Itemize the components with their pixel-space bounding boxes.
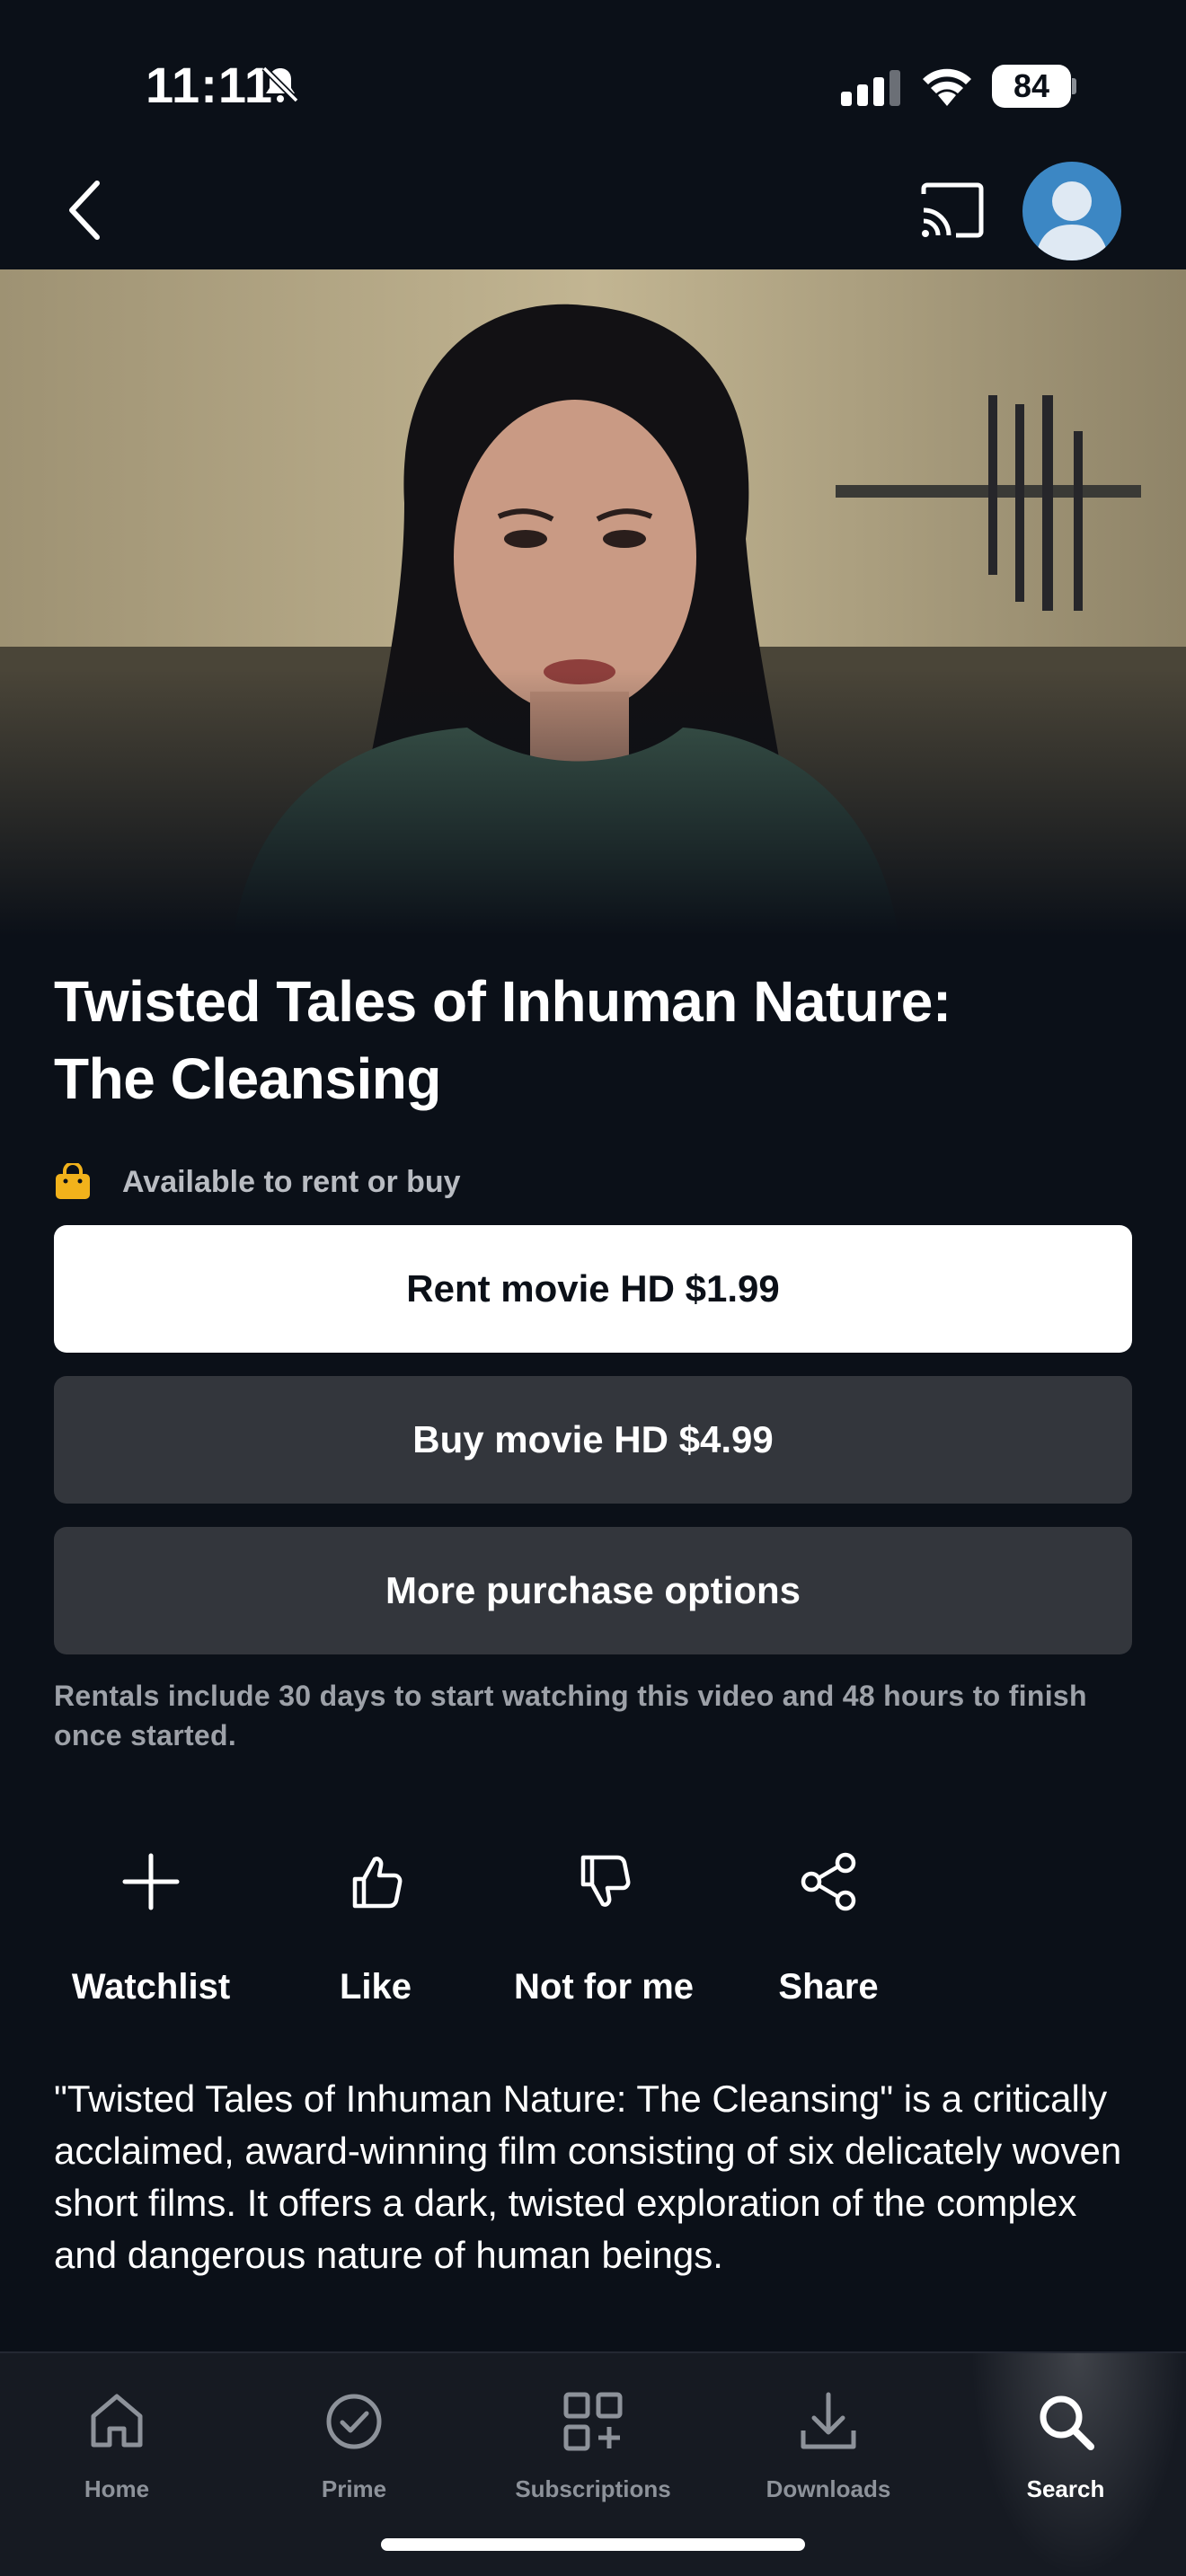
watchlist-button[interactable]: Watchlist	[52, 1850, 250, 2030]
share-label: Share	[778, 1967, 879, 2007]
buy-movie-button[interactable]: Buy movie HD $4.99	[54, 1376, 1132, 1504]
hero-illustration	[0, 269, 1186, 936]
grid-plus-icon	[563, 2392, 623, 2451]
tab-search-label: Search	[1026, 2475, 1105, 2502]
rental-terms-note: Rentals include 30 days to start watchin…	[54, 1680, 1087, 1751]
availability-row: Available to rent or buy	[54, 1160, 461, 1204]
movie-title-line1: Twisted Tales of Inhuman Nature:	[54, 969, 951, 1034]
back-button[interactable]	[58, 176, 111, 244]
not-for-me-label: Not for me	[514, 1967, 694, 2007]
bell-off-icon	[261, 66, 299, 103]
plus-icon	[122, 1853, 180, 1910]
user-avatar-icon[interactable]	[1022, 162, 1121, 260]
battery-indicator: 84	[992, 65, 1076, 108]
hero-image	[0, 269, 1186, 936]
movie-title: Twisted Tales of Inhuman Nature: The Cle…	[54, 963, 1132, 1117]
wifi-icon	[923, 68, 971, 106]
like-label: Like	[339, 1967, 412, 2007]
movie-title-line2: The Cleansing	[54, 1046, 441, 1111]
shopping-bag-icon	[56, 1163, 90, 1199]
movie-description: "Twisted Tales of Inhuman Nature: The Cl…	[54, 2078, 1122, 2276]
watchlist-label: Watchlist	[71, 1967, 231, 2007]
movie-detail-page: 11:11 84 Twisted Tales of Inhuman Nature…	[0, 0, 1186, 2576]
tab-subscriptions[interactable]: Subscriptions	[494, 2375, 692, 2502]
home-icon	[91, 2394, 143, 2448]
tab-subscriptions-label: Subscriptions	[515, 2475, 671, 2502]
thumbs-up-icon	[352, 1857, 403, 1909]
tab-home-label: Home	[84, 2475, 150, 2502]
rent-movie-button[interactable]: Rent movie HD $1.99	[54, 1225, 1132, 1353]
tab-downloads[interactable]: Downloads	[730, 2375, 927, 2502]
tab-prime[interactable]: Prime	[255, 2375, 453, 2502]
download-icon	[801, 2392, 856, 2449]
battery-cap	[1072, 78, 1076, 94]
avatar-silhouette	[1035, 181, 1109, 260]
availability-text: Available to rent or buy	[122, 1164, 461, 1199]
cellular-signal-icon	[841, 70, 900, 106]
thumbs-down-icon	[580, 1855, 631, 1907]
share-button[interactable]: Share	[730, 1850, 927, 2030]
battery-level: 84	[992, 65, 1071, 108]
share-icon	[801, 1852, 856, 1911]
status-bar: 11:11 84	[0, 0, 1186, 135]
like-button[interactable]: Like	[277, 1850, 474, 2030]
cast-icon[interactable]	[918, 180, 987, 241]
not-for-me-button[interactable]: Not for me	[505, 1850, 703, 2030]
tab-downloads-label: Downloads	[766, 2475, 891, 2502]
tab-prime-label: Prime	[321, 2475, 387, 2502]
more-purchase-options-button[interactable]: More purchase options	[54, 1527, 1132, 1654]
search-icon	[1040, 2395, 1094, 2450]
check-circle-icon	[326, 2394, 382, 2449]
tab-home[interactable]: Home	[18, 2375, 216, 2502]
status-time: 11:11	[146, 57, 274, 113]
home-indicator[interactable]	[381, 2538, 805, 2551]
tab-search[interactable]: Search	[967, 2375, 1164, 2502]
action-row: Watchlist Like Not for me Share	[0, 1850, 1186, 2030]
